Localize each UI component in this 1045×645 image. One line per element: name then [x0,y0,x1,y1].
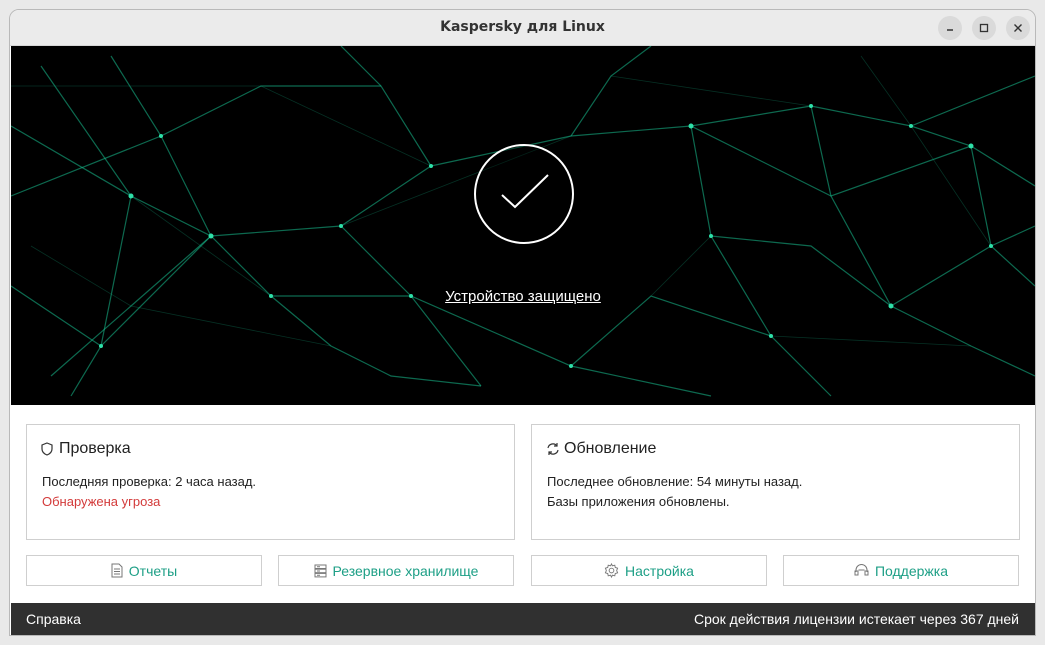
refresh-icon [547,443,559,455]
reports-button-label: Отчеты [128,562,178,579]
backup-storage-button[interactable]: Резервное хранилище [278,555,514,586]
help-link[interactable]: Справка [26,611,81,627]
support-button[interactable]: Поддержка [783,555,1019,586]
protection-status-link[interactable]: Устройство защищено [11,288,1035,305]
status-bar: Справка Срок действия лицензии истекает … [11,603,1035,635]
support-button-label: Поддержка [874,562,949,579]
protection-status-banner: Устройство защищено [11,46,1035,405]
app-window: Kaspersky для Linux Устройство защищено … [9,9,1036,636]
gear-icon [604,563,619,578]
checkmark-icon [474,144,574,244]
update-card-title: Обновление [564,440,657,457]
settings-button[interactable]: Настройка [531,555,767,586]
title-bar: Kaspersky для Linux [10,10,1035,46]
minimize-button[interactable] [938,16,962,40]
scan-card[interactable]: Проверка Последняя проверка: 2 часа наза… [26,424,515,540]
last-update-text: Последнее обновление: 54 минуты назад. [547,474,803,489]
reports-button[interactable]: Отчеты [26,555,262,586]
support-icon [854,563,869,575]
close-button[interactable] [1006,16,1030,40]
databases-status-text: Базы приложения обновлены. [547,494,730,509]
minimize-icon [947,29,953,31]
close-icon [1014,24,1022,32]
maximize-icon [979,23,989,33]
document-icon [111,563,123,578]
update-card[interactable]: Обновление Последнее обновление: 54 мину… [531,424,1020,540]
threat-detected-link[interactable]: Обнаружена угроза [42,494,160,509]
storage-icon [314,564,327,577]
shield-icon [41,442,53,456]
settings-button-label: Настройка [625,562,694,579]
last-scan-text: Последняя проверка: 2 часа назад. [42,474,257,489]
scan-card-title: Проверка [59,440,131,457]
backup-storage-button-label: Резервное хранилище [332,562,479,579]
maximize-button[interactable] [972,16,996,40]
window-title: Kaspersky для Linux [440,19,605,35]
license-status-text: Срок действия лицензии истекает через 36… [693,611,1019,627]
